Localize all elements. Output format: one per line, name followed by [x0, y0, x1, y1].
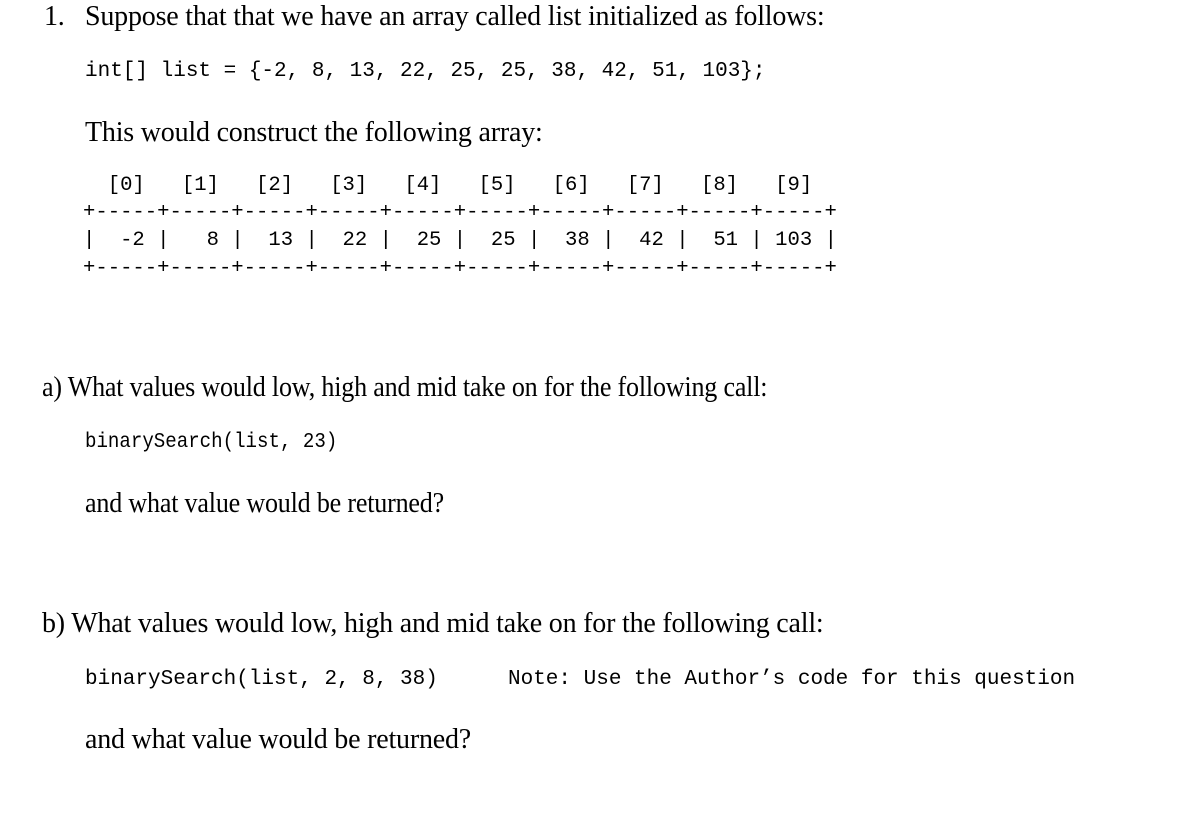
array-index-label: [5] — [478, 174, 553, 197]
array-cell-value: 22 — [317, 229, 380, 252]
array-index-label: [4] — [404, 174, 479, 197]
array-declaration-code: int[] list = {-2, 8, 13, 22, 25, 25, 38,… — [85, 60, 766, 83]
array-cell-value: 42 — [614, 229, 677, 252]
array-index-label: [1] — [181, 174, 257, 197]
array-index-label: [2] — [256, 174, 331, 197]
question-intro: Suppose that that we have an array calle… — [85, 1, 825, 32]
array-cell-value: 25 — [391, 229, 454, 252]
array-index-label: [6] — [552, 174, 627, 197]
array-top-border: +-----+-----+-----+-----+-----+-----+---… — [83, 201, 837, 224]
array-index-label: [9] — [775, 174, 850, 197]
array-cell-value: 51 — [688, 229, 751, 252]
part-b-prompt: b) What values would low, high and mid t… — [42, 608, 824, 639]
part-b-followup: and what value would be returned? — [85, 724, 472, 755]
construct-text: This would construct the following array… — [85, 117, 543, 148]
array-cell-value: -2 — [95, 229, 158, 252]
array-cell-value: 25 — [466, 229, 528, 252]
array-index-label: [3] — [330, 174, 405, 197]
part-a-call-code: binarySearch(list, 23) — [85, 431, 338, 454]
array-value-row: | -2 | 8 | 13 | 22 | 25 | 25 | 38 | 42 |… — [83, 229, 837, 252]
array-cell-value: 38 — [540, 229, 603, 252]
part-b-call-code: binarySearch(list, 2, 8, 38) — [85, 668, 438, 691]
array-index-row: [0] [1] [2] [3] [4] [5] [6] [7] [8] [9] — [83, 173, 849, 199]
array-cell-value: 103 — [762, 229, 825, 252]
part-b-note: Note: Use the Author’s code for this que… — [508, 668, 1076, 691]
array-index-label: [7] — [626, 174, 701, 197]
array-cell-value: 8 — [169, 229, 232, 252]
question-number: 1. — [44, 1, 65, 32]
array-cell-value: 13 — [243, 229, 306, 252]
part-a-followup: and what value would be returned? — [85, 488, 445, 519]
part-a-prompt: a) What values would low, high and mid t… — [42, 372, 768, 403]
array-index-label: [0] — [107, 174, 182, 197]
array-bottom-border: +-----+-----+-----+-----+-----+-----+---… — [83, 257, 837, 280]
array-index-label: [8] — [700, 174, 776, 197]
